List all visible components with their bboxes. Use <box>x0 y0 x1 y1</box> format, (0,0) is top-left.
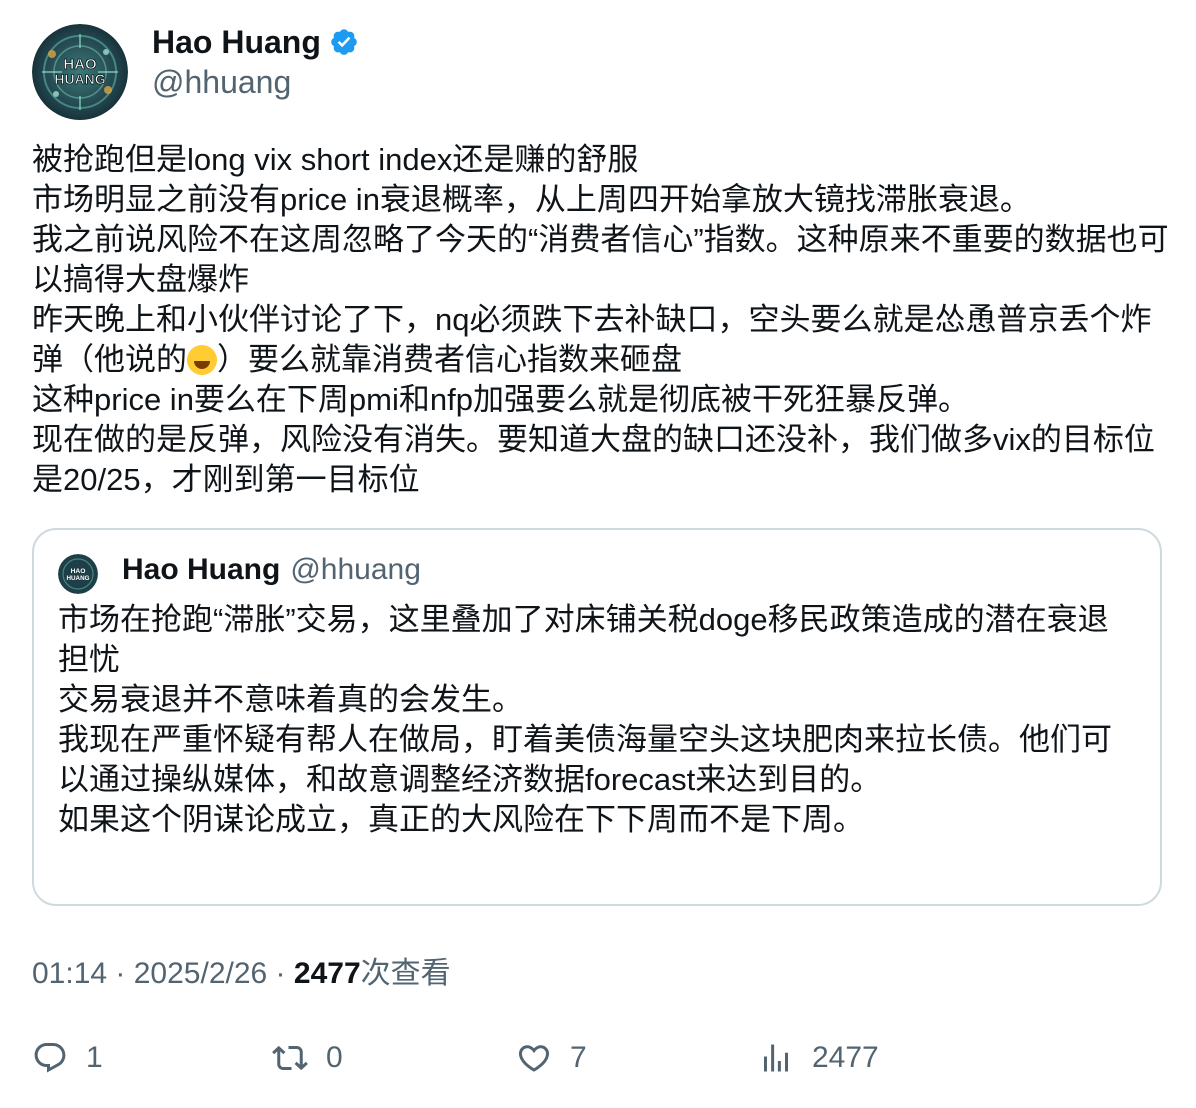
retweet-icon <box>272 1045 308 1071</box>
quoted-author-name: Hao Huang <box>122 553 281 586</box>
views-button[interactable]: 2477 <box>758 1040 879 1076</box>
tweet-text: 被抢跑但是long vix short index还是赚的舒服 市场明显之前没有… <box>32 140 1172 500</box>
author-name[interactable]: Hao Huang <box>152 22 321 62</box>
author-handle[interactable]: @hhuang <box>152 62 291 102</box>
retweet-button[interactable]: 0 <box>272 1040 343 1076</box>
quoted-author-handle: @hhuang <box>290 553 421 586</box>
heart-icon <box>518 1045 550 1072</box>
reply-button[interactable]: 1 <box>32 1040 103 1076</box>
grinning-squinting-face-icon <box>187 345 217 375</box>
like-count: 7 <box>570 1041 587 1074</box>
svg-text:HUANG: HUANG <box>67 575 90 582</box>
svg-text:HUANG: HUANG <box>54 71 105 87</box>
view-count: 2477 <box>293 957 361 990</box>
retweet-count: 0 <box>326 1041 343 1074</box>
author-name-row[interactable]: Hao Huang <box>152 22 359 62</box>
quoted-tweet-text: 市场在抢跑“滞胀”交易，这里叠加了对床铺关税doge移民政策造成的潜在衰退担忧 … <box>58 602 1112 837</box>
tweet-date[interactable]: 2025/2/26 <box>134 957 267 990</box>
analytics-count: 2477 <box>812 1041 879 1074</box>
action-bar: 1 0 7 2477 <box>32 1040 1172 1084</box>
verified-badge-icon <box>331 29 357 55</box>
meta-separator: · <box>107 957 134 990</box>
quoted-header: Hao Huang @hhuang <box>122 550 421 590</box>
quoted-tweet[interactable]: HAO HUANG Hao Huang @hhuang 市场在抢跑“滞胀”交易，… <box>32 528 1162 906</box>
quoted-avatar: HAO HUANG <box>58 554 98 594</box>
view-label: 次查看 <box>360 957 451 990</box>
svg-text:HAO: HAO <box>71 568 86 575</box>
tweet-time[interactable]: 01:14 <box>32 957 107 990</box>
tweet-meta: 01:14 · 2025/2/26 · 2477次查看 <box>32 952 451 996</box>
reply-icon <box>34 1043 66 1073</box>
meta-separator: · <box>267 957 294 990</box>
analytics-icon <box>764 1044 788 1072</box>
reply-count: 1 <box>86 1041 103 1074</box>
avatar[interactable]: HAO HUANG <box>32 24 128 120</box>
like-button[interactable]: 7 <box>516 1040 587 1076</box>
